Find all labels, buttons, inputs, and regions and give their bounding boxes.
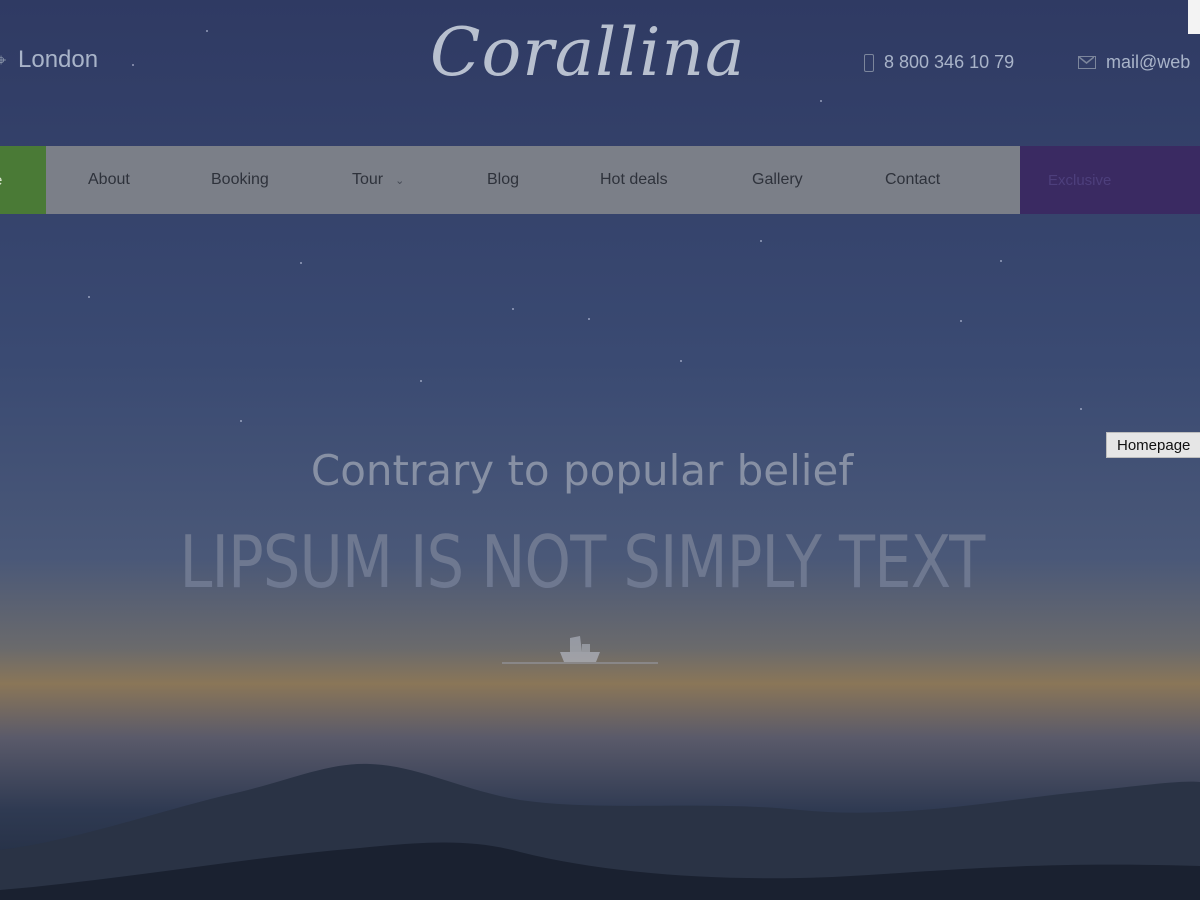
nav-item-booking[interactable]: Booking <box>211 146 269 214</box>
city-info: ⌖ London <box>0 46 98 74</box>
envelope-icon <box>1078 56 1096 69</box>
mountain-silhouette <box>0 763 1200 900</box>
nav-item-label: Contact <box>885 171 941 188</box>
phone-number[interactable]: 8 800 346 10 79 <box>884 52 1014 73</box>
page: ⌖ London Corallina 8 800 346 10 79 mail@… <box>0 0 1200 900</box>
nav-item-about[interactable]: About <box>88 146 130 214</box>
main-navigation: e About Booking Tour ⌄ Blog Hot deals Ga… <box>0 146 1200 214</box>
hero-title: LIPSUM IS NOT SIMPLY TEXT <box>179 520 985 604</box>
phone-info: 8 800 346 10 79 <box>864 52 1014 73</box>
nav-item-gallery[interactable]: Gallery <box>752 146 803 214</box>
nav-cta-button[interactable]: Exclusive <box>1020 146 1200 214</box>
email-address[interactable]: mail@web <box>1106 52 1190 73</box>
nav-item-label: Blog <box>487 171 520 188</box>
top-bar: ⌖ London Corallina 8 800 346 10 79 mail@… <box>0 0 1200 140</box>
hero-subtitle: Contrary to popular belief <box>310 446 854 495</box>
boat-icon <box>560 636 600 662</box>
nav-item-contact[interactable]: Contact <box>885 146 940 214</box>
nav-menu: About Booking Tour ⌄ Blog Hot deals Gall… <box>46 146 1020 214</box>
nav-home-button[interactable]: e <box>0 146 46 214</box>
nav-item-blog[interactable]: Blog <box>487 146 519 214</box>
corner-widget <box>1188 0 1200 34</box>
nav-item-label: About <box>88 171 130 188</box>
tooltip: Homepage <box>1106 432 1200 458</box>
nav-home-label: e <box>0 172 2 189</box>
chevron-down-icon: ⌄ <box>395 174 405 187</box>
nav-item-label: Booking <box>211 171 269 188</box>
phone-icon <box>864 53 874 72</box>
nav-item-label: Gallery <box>752 171 803 188</box>
hero-divider <box>502 662 658 664</box>
nav-item-label: Hot deals <box>600 171 668 188</box>
email-info: mail@web <box>1078 52 1190 73</box>
nav-item-tour[interactable]: Tour ⌄ <box>352 146 404 214</box>
nav-cta-label: Exclusive <box>1048 171 1112 189</box>
map-pin-icon: ⌖ <box>0 50 7 70</box>
city-name: London <box>18 46 99 73</box>
nav-item-hot-deals[interactable]: Hot deals <box>600 146 668 214</box>
nav-item-label: Tour <box>352 171 384 188</box>
logo[interactable]: Corallina <box>430 14 744 91</box>
